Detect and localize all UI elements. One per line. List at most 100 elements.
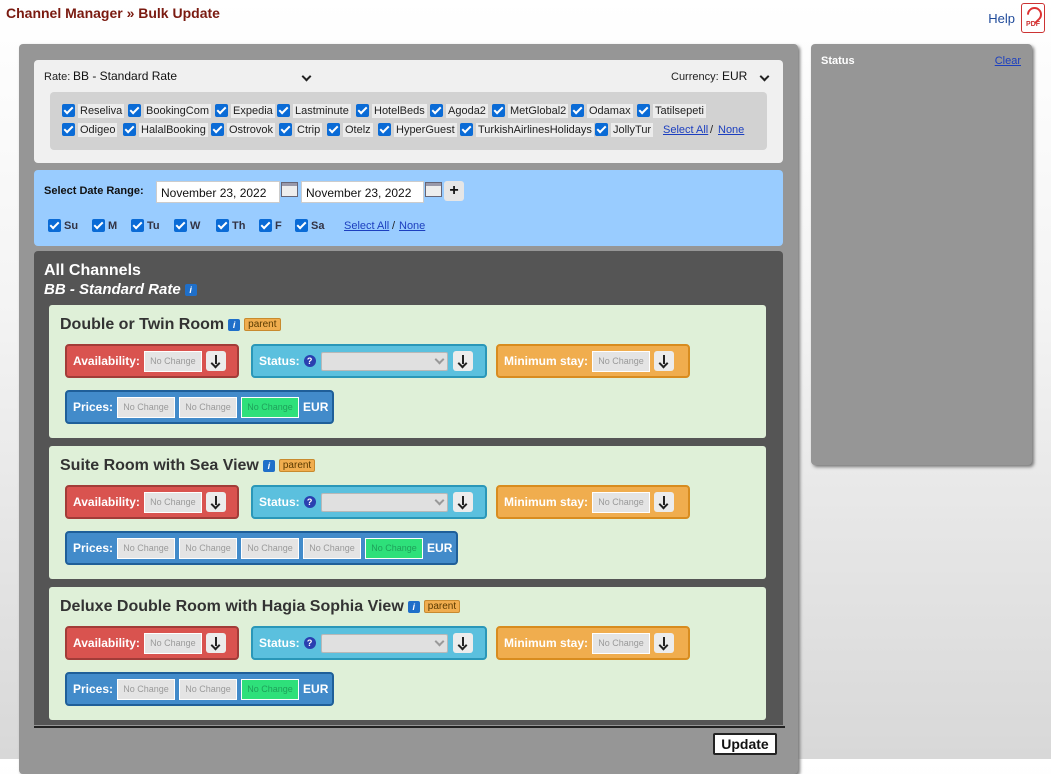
channel-turkishairlinesholidays[interactable]: TurkishAirlinesHolidays <box>460 121 594 138</box>
arrow-down-icon[interactable] <box>452 492 473 512</box>
price-input[interactable]: No Change <box>241 537 300 559</box>
date-to-input[interactable]: November 23, 2022 <box>301 181 424 203</box>
channel-ctrip[interactable]: Ctrip <box>279 121 323 138</box>
days-select-all[interactable]: Select All <box>344 220 389 232</box>
price-input[interactable]: No Change <box>179 537 238 559</box>
checkbox-checked[interactable] <box>216 219 229 232</box>
price-input[interactable]: No Change <box>117 537 176 559</box>
days-select-none[interactable]: None <box>399 220 425 232</box>
checkbox-checked[interactable] <box>174 219 187 232</box>
arrow-down-icon[interactable] <box>205 492 226 512</box>
currency-select[interactable]: EUR <box>722 69 772 83</box>
day-f[interactable]: F <box>259 219 282 232</box>
checkbox-checked[interactable] <box>637 104 650 117</box>
day-su[interactable]: Su <box>48 219 78 232</box>
parent-badge[interactable]: parent <box>244 318 281 332</box>
update-button[interactable]: Update <box>713 733 777 755</box>
checkbox-checked[interactable] <box>128 104 141 117</box>
price-input[interactable]: No Change <box>117 678 176 700</box>
channel-reseliva[interactable]: Reseliva <box>62 102 125 119</box>
arrow-down-icon[interactable] <box>205 633 226 653</box>
channel-odamax[interactable]: Odamax <box>571 102 633 119</box>
help-icon[interactable]: ? <box>303 355 316 367</box>
add-date-range-button[interactable]: + <box>444 181 464 201</box>
channel-bookingcom[interactable]: BookingCom <box>128 102 211 119</box>
checkbox-checked[interactable] <box>92 219 105 232</box>
help-link[interactable]: Help <box>988 11 1015 26</box>
checkbox-checked[interactable] <box>123 123 136 136</box>
checkbox-checked[interactable] <box>279 123 292 136</box>
status-select[interactable] <box>320 351 448 371</box>
checkbox-checked[interactable] <box>595 123 608 136</box>
pdf-icon[interactable]: PDF <box>1021 3 1045 33</box>
day-th[interactable]: Th <box>216 219 245 232</box>
parent-badge[interactable]: parent <box>278 459 316 473</box>
rate-select[interactable]: BB - Standard Rate <box>73 69 314 83</box>
channel-tatilsepeti[interactable]: Tatilsepeti <box>637 102 706 119</box>
checkbox-checked[interactable] <box>62 104 75 117</box>
parent-badge[interactable]: parent <box>423 600 461 614</box>
checkbox-checked[interactable] <box>131 219 144 232</box>
checkbox-checked[interactable] <box>356 104 369 117</box>
info-icon[interactable]: i <box>407 600 420 613</box>
checkbox-checked[interactable] <box>430 104 443 117</box>
availability-input[interactable]: No Change <box>143 491 202 513</box>
checkbox-checked[interactable] <box>211 123 224 136</box>
info-icon[interactable]: i <box>184 284 197 297</box>
channel-hotelbeds[interactable]: HotelBeds <box>356 102 427 119</box>
channel-jollytur[interactable]: JollyTur <box>595 121 654 138</box>
arrow-down-icon[interactable] <box>452 351 473 371</box>
channel-hyperguest[interactable]: HyperGuest <box>378 121 457 138</box>
checkbox-checked[interactable] <box>378 123 391 136</box>
arrow-down-icon[interactable] <box>205 351 226 371</box>
channels-select-all[interactable]: Select All <box>663 124 708 136</box>
arrow-down-icon[interactable] <box>654 492 675 512</box>
checkbox-checked[interactable] <box>295 219 308 232</box>
day-sa[interactable]: Sa <box>295 219 324 232</box>
calendar-icon[interactable] <box>425 182 442 197</box>
price-input[interactable]: No Change <box>179 678 238 700</box>
help-icon[interactable]: ? <box>303 637 316 649</box>
minimum-stay-input[interactable]: No Change <box>592 350 651 372</box>
checkbox-checked[interactable] <box>327 123 340 136</box>
price-input[interactable]: No Change <box>241 396 300 418</box>
status-select[interactable] <box>320 492 448 512</box>
price-input[interactable]: No Change <box>117 396 176 418</box>
clear-link[interactable]: Clear <box>995 55 1021 67</box>
info-icon[interactable]: i <box>262 459 275 472</box>
help-icon[interactable]: ? <box>303 496 316 508</box>
availability-input[interactable]: No Change <box>143 632 202 654</box>
checkbox-checked[interactable] <box>492 104 505 117</box>
arrow-down-icon[interactable] <box>654 351 675 371</box>
minimum-stay-input[interactable]: No Change <box>592 632 651 654</box>
day-w[interactable]: W <box>174 219 200 232</box>
checkbox-checked[interactable] <box>62 123 75 136</box>
channel-otelz[interactable]: Otelz <box>327 121 373 138</box>
calendar-icon[interactable] <box>281 182 298 197</box>
checkbox-checked[interactable] <box>259 219 272 232</box>
checkbox-checked[interactable] <box>571 104 584 117</box>
day-tu[interactable]: Tu <box>131 219 160 232</box>
status-select[interactable] <box>320 633 448 653</box>
price-input[interactable]: No Change <box>179 396 238 418</box>
price-input[interactable]: No Change <box>365 537 424 559</box>
checkbox-checked[interactable] <box>460 123 473 136</box>
checkbox-checked[interactable] <box>215 104 228 117</box>
channel-halalbooking[interactable]: HalalBooking <box>123 121 208 138</box>
day-m[interactable]: M <box>92 219 117 232</box>
arrow-down-icon[interactable] <box>452 633 473 653</box>
price-input[interactable]: No Change <box>241 678 300 700</box>
minimum-stay-input[interactable]: No Change <box>592 491 651 513</box>
checkbox-checked[interactable] <box>48 219 61 232</box>
checkbox-checked[interactable] <box>277 104 290 117</box>
arrow-down-icon[interactable] <box>654 633 675 653</box>
channel-odigeo[interactable]: Odigeo <box>62 121 118 138</box>
channel-ostrovok[interactable]: Ostrovok <box>211 121 276 138</box>
channel-expedia[interactable]: Expedia <box>215 102 275 119</box>
channel-metglobal2[interactable]: MetGlobal2 <box>492 102 569 119</box>
channels-select-none[interactable]: None <box>718 124 744 136</box>
price-input[interactable]: No Change <box>303 537 362 559</box>
date-from-input[interactable]: November 23, 2022 <box>156 181 280 203</box>
info-icon[interactable]: i <box>228 318 241 331</box>
channel-lastminute[interactable]: Lastminute <box>277 102 351 119</box>
